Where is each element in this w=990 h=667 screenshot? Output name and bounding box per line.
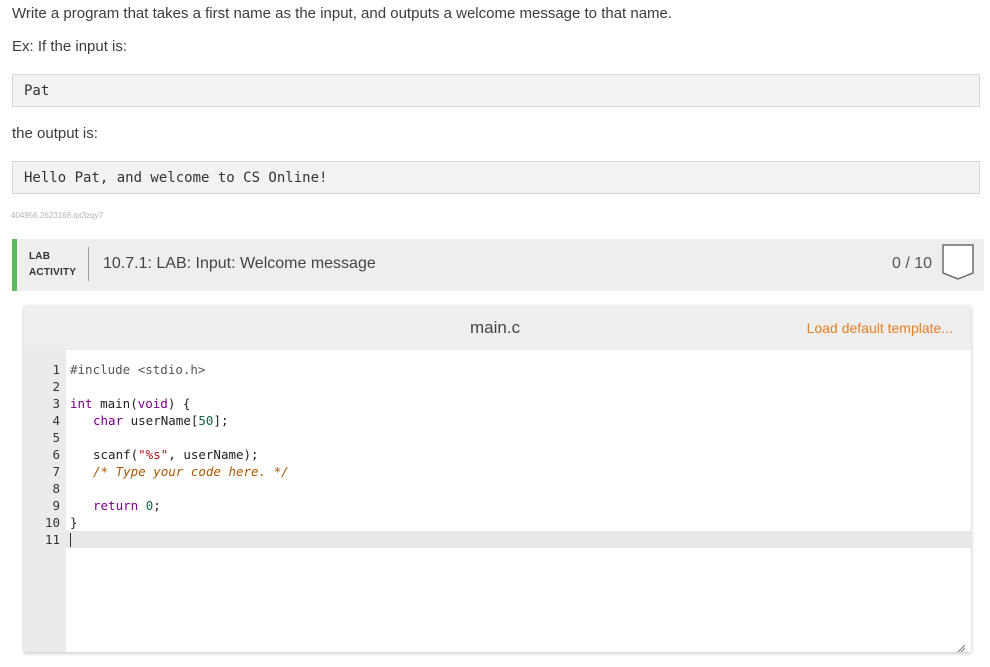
code-line-3: int main(void) { [70, 396, 191, 411]
code-line-4: char userName[50]; [93, 413, 229, 428]
lab-divider [88, 247, 89, 281]
line-number: 2 [52, 379, 60, 394]
problem-description: Write a program that takes a first name … [12, 5, 673, 22]
lab-tag-line1: LAB [29, 251, 51, 262]
lab-activity-tag: LAB ACTIVITY [29, 249, 76, 281]
lab-activity-header: LAB ACTIVITY 10.7.1: LAB: Input: Welcome… [12, 239, 984, 291]
code-line-6: scanf("%s", userName); [93, 447, 259, 462]
active-line-highlight [66, 531, 971, 548]
line-number: 1 [52, 362, 60, 377]
example-output-box: Hello Pat, and welcome to CS Online! [12, 161, 980, 194]
problem-id: 404956.2623168.qx3zqy7 [11, 211, 104, 220]
lab-title: 10.7.1: LAB: Input: Welcome message [103, 255, 376, 272]
example-output-label: the output is: [12, 125, 98, 142]
code-text-area[interactable]: #include <stdio.h> int main(void) { char… [66, 350, 971, 652]
code-line-9: return 0; [93, 498, 161, 513]
line-number: 4 [52, 413, 60, 428]
lab-score: 0 / 10 [891, 255, 932, 272]
example-output-text: Hello Pat, and welcome to CS Online! [24, 169, 328, 186]
code-line-10: } [70, 515, 78, 530]
line-number: 3 [52, 396, 60, 411]
text-cursor [70, 533, 71, 547]
line-number: 11 [44, 532, 60, 547]
lab-tag-line2: ACTIVITY [29, 267, 77, 278]
line-number: 6 [52, 447, 60, 462]
line-number: 5 [52, 430, 60, 445]
line-number-gutter: 1 2 3 4 5 6 7 8 9 10 11 [24, 350, 66, 652]
example-input-label: Ex: If the input is: [12, 38, 128, 55]
line-number: 9 [52, 498, 60, 513]
line-number: 8 [52, 481, 60, 496]
score-shield-icon [942, 244, 974, 280]
example-input-text: Pat [24, 82, 50, 99]
line-number: 10 [44, 515, 60, 530]
code-line-7: /* Type your code here. */ [93, 464, 289, 479]
resize-handle-icon[interactable] [957, 639, 966, 653]
editor-toolbar: main.c Load default template... [24, 306, 971, 350]
line-number: 7 [52, 464, 60, 479]
load-default-template-link[interactable]: Load default template... [807, 320, 953, 336]
file-name: main.c [470, 318, 521, 337]
code-line-1: #include <stdio.h> [70, 362, 206, 377]
code-editor-panel: main.c Load default template... 1 2 3 4 … [24, 306, 971, 653]
example-input-box: Pat [12, 74, 980, 107]
